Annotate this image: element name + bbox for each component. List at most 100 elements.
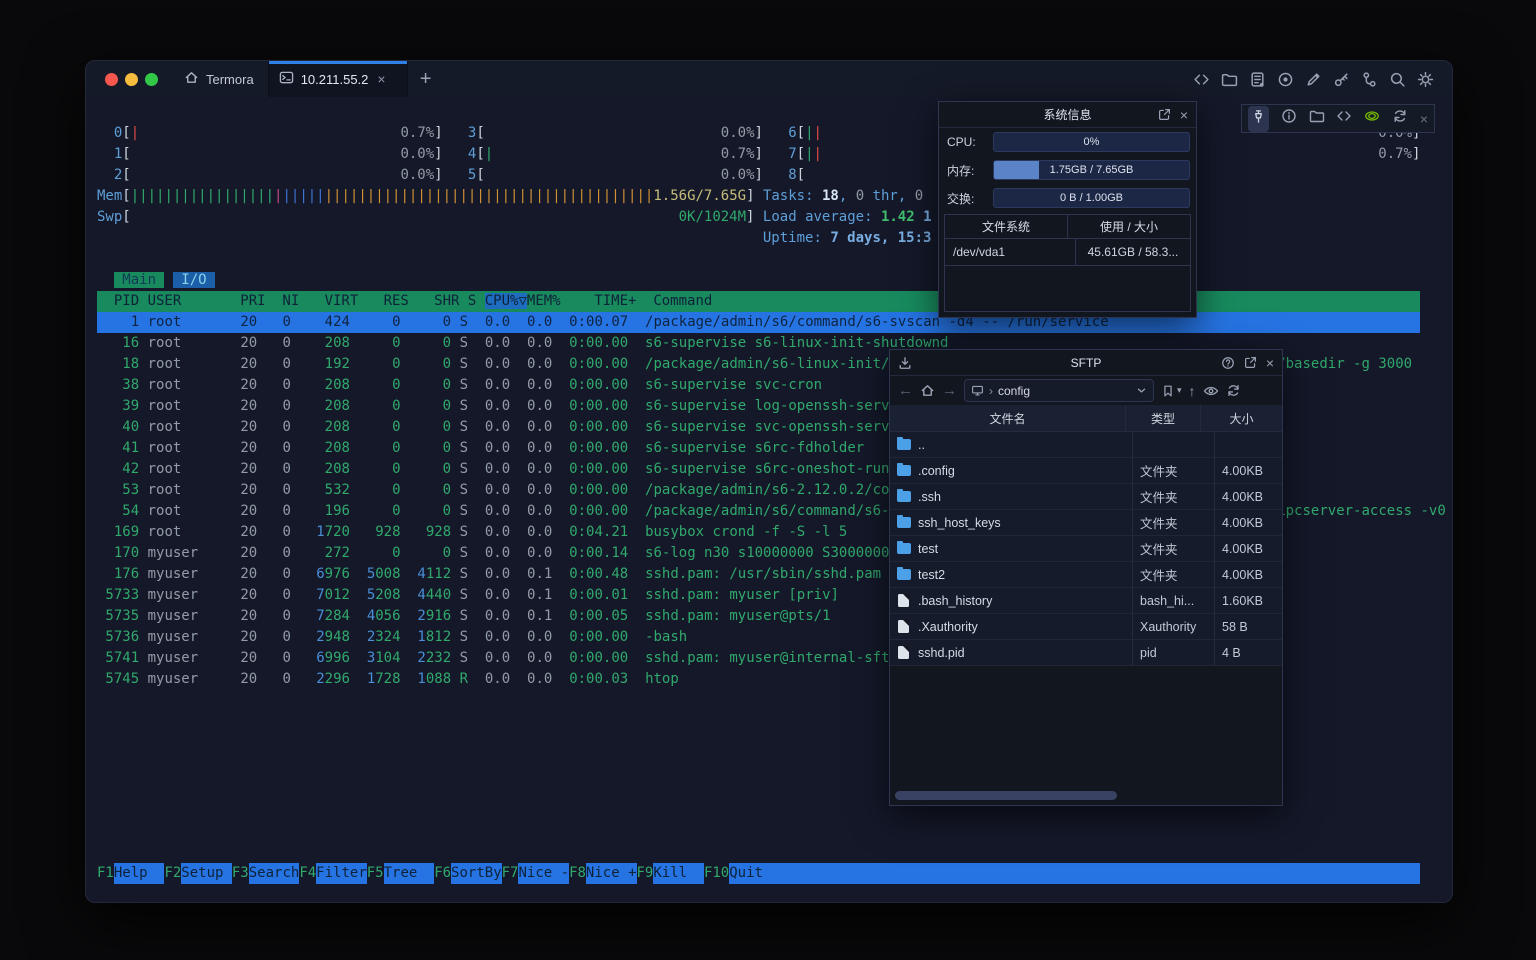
folder-icon[interactable] [1309, 108, 1325, 129]
show-hidden-icon[interactable] [1203, 383, 1219, 399]
titlebar-spacer [443, 61, 1193, 97]
fkey-f4[interactable]: F4 [299, 863, 316, 884]
process-row: 42 root 20 0 208 0 0 S 0.0 0.0 0:00.00 s… [97, 459, 915, 480]
settings-icon[interactable] [1417, 71, 1434, 88]
swap-label: 交换: [947, 190, 987, 207]
zoom-window-button[interactable] [145, 73, 158, 86]
file-size: 4.00KB [1215, 458, 1282, 483]
file-table: 文件名 类型 大小 ...config文件夹4.00KB.ssh文件夹4.00K… [890, 405, 1282, 666]
info-icon[interactable] [1281, 108, 1297, 129]
fkey-f8[interactable]: F8 [569, 863, 586, 884]
file-row[interactable]: .. [890, 432, 1282, 458]
folder-icon [897, 569, 911, 580]
file-size: 4.00KB [1215, 562, 1282, 587]
terminal-line: 2[ 0.0%] 5[ 0.0%] 8[ [97, 165, 805, 186]
record-icon[interactable] [1277, 71, 1294, 88]
new-tab-button[interactable]: + [408, 61, 444, 97]
upload-icon[interactable]: ↑ [1189, 384, 1196, 398]
file-name: .. [918, 438, 925, 452]
fkey-f7[interactable]: F7 [502, 863, 519, 884]
refresh-icon[interactable] [1226, 383, 1241, 398]
folder-icon[interactable] [1221, 71, 1238, 88]
file-size: 4.00KB [1215, 484, 1282, 509]
tab-session-active[interactable]: 10.211.55.2 × [268, 61, 408, 97]
fkey-f3[interactable]: F3 [232, 863, 249, 884]
close-window-button[interactable] [105, 73, 118, 86]
pin-icon[interactable] [1248, 106, 1269, 132]
fkey-f1[interactable]: F1 [97, 863, 114, 884]
tab-home[interactable]: Termora [170, 61, 268, 97]
help-icon[interactable] [1221, 356, 1235, 370]
filesystem-row[interactable]: /dev/vda1 45.61GB / 58.3... [945, 239, 1190, 266]
forward-icon[interactable]: → [942, 383, 957, 398]
open-in-window-icon[interactable] [1244, 356, 1257, 369]
fkey-f5[interactable]: F5 [367, 863, 384, 884]
fkey-label[interactable]: Setup [181, 863, 232, 884]
keychain-icon[interactable] [1361, 71, 1378, 88]
folder-icon [897, 491, 911, 502]
fkey-label[interactable]: Help [114, 863, 165, 884]
filesystem-col-header: 文件系统 [945, 215, 1068, 238]
folder-icon [897, 439, 911, 450]
close-panel-icon[interactable]: × [1180, 108, 1188, 122]
system-info-panel: 系统信息 × CPU: 0% 内存: 1.75GB / 7.65GB [938, 101, 1197, 318]
back-icon[interactable]: ← [898, 383, 913, 398]
fkey-f9[interactable]: F9 [637, 863, 654, 884]
memory-progressbar: 1.75GB / 7.65GB [993, 160, 1190, 180]
gpu-icon[interactable] [1364, 108, 1380, 129]
chevron-down-icon[interactable] [1136, 385, 1147, 396]
fkey-f10[interactable]: F10 [704, 863, 729, 884]
fkey-f2[interactable]: F2 [164, 863, 181, 884]
fkey-label[interactable]: Nice - [518, 863, 569, 884]
file-row[interactable]: .XauthorityXauthority58 B [890, 614, 1282, 640]
close-icon[interactable]: × [1420, 112, 1428, 126]
file-row[interactable]: sshd.pidpid4 B [890, 640, 1282, 666]
breadcrumb-current-folder[interactable]: config [998, 384, 1030, 398]
open-in-window-icon[interactable] [1158, 108, 1171, 121]
fkey-f6[interactable]: F6 [434, 863, 451, 884]
file-table-header: 文件名 类型 大小 [890, 405, 1282, 432]
process-row: 38 root 20 0 208 0 0 S 0.0 0.0 0:00.00 s… [97, 375, 822, 396]
fkey-label[interactable]: Nice + [586, 863, 637, 884]
bookmark-control[interactable]: ▾ [1161, 384, 1182, 398]
file-row[interactable]: .config文件夹4.00KB [890, 458, 1282, 484]
fkey-label[interactable]: Tree [384, 863, 435, 884]
process-row: 5736 myuser 20 0 2948 2324 1812 S 0.0 0.… [97, 627, 687, 648]
file-row[interactable]: .ssh文件夹4.00KB [890, 484, 1282, 510]
cpu-usage-row: CPU: 0% [939, 128, 1196, 156]
home-icon[interactable] [920, 383, 935, 398]
file-size [1215, 432, 1282, 457]
process-table-header: PID USER PRI NI VIRT RES SHR S CPU%▽MEM%… [97, 291, 1420, 312]
minimize-window-button[interactable] [125, 73, 138, 86]
search-icon[interactable] [1389, 71, 1406, 88]
file-row[interactable]: .bash_historybash_hi...1.60KB [890, 588, 1282, 614]
size-col-header[interactable]: 大小 [1201, 405, 1282, 431]
close-panel-icon[interactable]: × [1266, 356, 1274, 370]
file-type: 文件夹 [1133, 510, 1215, 535]
file-name: .ssh [918, 490, 941, 504]
code-icon[interactable] [1193, 71, 1210, 88]
file-row[interactable]: test文件夹4.00KB [890, 536, 1282, 562]
close-tab-icon[interactable]: × [377, 71, 385, 87]
file-size: 58 B [1215, 614, 1282, 639]
filename-col-header[interactable]: 文件名 [890, 405, 1126, 431]
fkey-label[interactable]: Kill [653, 863, 704, 884]
fkey-label[interactable]: SortBy [451, 863, 502, 884]
horizontal-scrollbar[interactable] [895, 791, 1117, 800]
filesystem-usage: 45.61GB / 58.3... [1076, 239, 1190, 265]
type-col-header[interactable]: 类型 [1126, 405, 1201, 431]
file-row[interactable]: test2文件夹4.00KB [890, 562, 1282, 588]
key-icon[interactable] [1333, 71, 1350, 88]
fkey-label[interactable]: Search [249, 863, 300, 884]
memory-label: 内存: [947, 162, 987, 179]
caret-down-icon[interactable]: ▾ [1177, 385, 1182, 396]
process-row: 40 root 20 0 208 0 0 S 0.0 0.0 0:00.00 s… [97, 417, 906, 438]
sync-icon[interactable] [1392, 108, 1408, 129]
fkey-label[interactable]: Filter [316, 863, 367, 884]
log-icon[interactable] [1249, 71, 1266, 88]
path-breadcrumb[interactable]: › config [964, 379, 1154, 402]
fkey-label[interactable]: Quit [729, 863, 780, 884]
code-icon[interactable] [1336, 108, 1352, 129]
file-row[interactable]: ssh_host_keys文件夹4.00KB [890, 510, 1282, 536]
edit-icon[interactable] [1305, 71, 1322, 88]
